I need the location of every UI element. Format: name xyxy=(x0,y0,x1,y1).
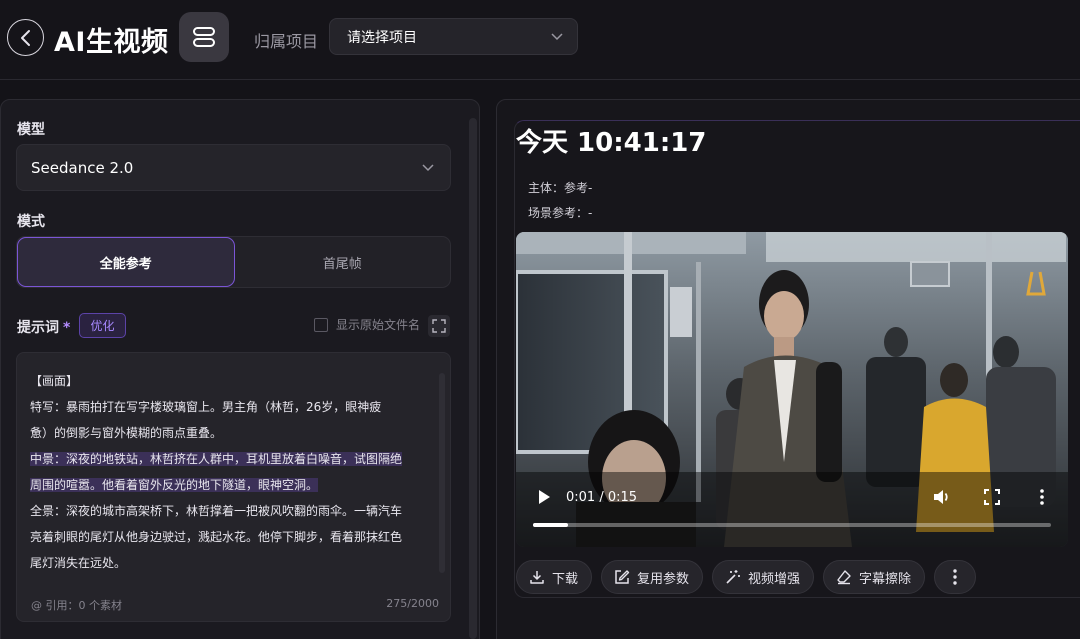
prompt-line: 亮着刺眼的尾灯从他身边驶过，溅起水花。他停下脚步，看着那抹红色 xyxy=(30,530,403,544)
subtitle-erase-button[interactable]: 字幕擦除 xyxy=(823,560,926,594)
char-count: 275/2000 xyxy=(386,597,439,610)
project-select[interactable]: 请选择项目 xyxy=(329,18,578,55)
play-icon[interactable] xyxy=(537,489,551,505)
video-progress-fill xyxy=(533,523,568,527)
model-select[interactable]: Seedance 2.0 xyxy=(16,144,451,191)
prompt-line: 全景：深夜的城市高架桥下，林哲撑着一把被风吹翻的雨伞。一辆汽车 xyxy=(30,504,403,518)
prompt-line-highlight: 周围的喧嚣。他看着窗外反光的地下隧道，眼神空洞。 xyxy=(30,478,319,492)
app-header: AI生视频 归属项目 请选择项目 xyxy=(0,0,1080,80)
required-mark: * xyxy=(63,320,71,336)
scene-reference: 场景参考：- xyxy=(528,206,593,220)
download-icon xyxy=(530,571,544,584)
show-filename-checkbox[interactable] xyxy=(314,317,328,332)
project-label: 归属项目 xyxy=(254,32,319,51)
video-enhance-button[interactable]: 视频增强 xyxy=(712,560,815,594)
video-enhance-label: 视频增强 xyxy=(748,571,801,587)
prompt-content: 【画面】 特写：暴雨拍打在写字楼玻璃窗上。男主角（林哲，26岁，眼神疲 惫）的倒… xyxy=(30,368,428,576)
chevron-down-icon xyxy=(422,163,434,171)
prompt-scrollbar[interactable] xyxy=(439,373,445,573)
layout-toggle-button[interactable] xyxy=(179,12,229,62)
mode-selector: 全能参考 首尾帧 xyxy=(16,236,451,288)
more-actions-button[interactable] xyxy=(934,560,977,594)
prompt-label-text: 提示词 xyxy=(17,320,59,336)
prompt-footer: @ 引用：0 个素材 275/2000 xyxy=(31,597,439,613)
chevron-left-icon xyxy=(20,29,30,46)
prompt-label: 提示词 * xyxy=(17,317,70,337)
subtitle-erase-label: 字幕擦除 xyxy=(859,571,912,587)
expand-icon xyxy=(432,319,446,333)
show-filename-label: 显示原始文件名 xyxy=(336,318,421,332)
prompt-line: 特写：暴雨拍打在写字楼玻璃窗上。男主角（林哲，26岁，眼神疲 xyxy=(30,400,382,414)
layout-icon xyxy=(193,27,215,47)
mode-option-first-last-frame[interactable]: 首尾帧 xyxy=(235,237,451,287)
reference-count[interactable]: @ 引用：0 个素材 xyxy=(31,597,122,613)
video-progress-bar[interactable] xyxy=(533,523,1051,527)
show-filename-toggle[interactable]: 显示原始文件名 xyxy=(314,316,420,333)
page-title: AI生视频 xyxy=(54,27,169,58)
prompt-line-highlight: 中景：深夜的地铁站，林哲挤在人群中，耳机里放着白噪音，试图隔绝 xyxy=(30,452,403,466)
more-options-icon[interactable] xyxy=(1036,488,1048,506)
model-select-value: Seedance 2.0 xyxy=(31,158,134,177)
download-button[interactable]: 下载 xyxy=(516,560,593,594)
prompt-line: 尾灯消失在远处。 xyxy=(30,556,127,570)
expand-prompt-button[interactable] xyxy=(428,315,450,337)
optimize-button[interactable]: 优化 xyxy=(79,313,126,338)
magic-wand-icon xyxy=(726,570,741,584)
edit-icon xyxy=(615,570,630,584)
more-vertical-icon xyxy=(953,569,957,585)
video-player[interactable]: 0:01 / 0:15 xyxy=(516,232,1068,547)
download-label: 下载 xyxy=(552,571,579,587)
prompt-line-highlighted: 周围的喧嚣。他看着窗外反光的地下隧道，眼神空洞。 xyxy=(30,472,428,498)
settings-scrollbar[interactable] xyxy=(469,118,477,639)
chevron-down-icon xyxy=(551,32,563,40)
result-actions: 下载 复用参数 视频增强 字幕擦除 xyxy=(516,560,977,594)
fullscreen-icon[interactable] xyxy=(984,489,1000,505)
reuse-params-label: 复用参数 xyxy=(637,571,690,587)
mode-option-full-reference[interactable]: 全能参考 xyxy=(17,237,235,287)
result-timestamp: 今天 10:41:17 xyxy=(516,128,707,158)
video-time-display: 0:01 / 0:15 xyxy=(566,490,638,505)
subject-reference: 主体：参考- xyxy=(528,181,593,195)
back-button[interactable] xyxy=(7,19,44,56)
eraser-icon xyxy=(837,570,851,585)
prompt-textarea[interactable]: 【画面】 特写：暴雨拍打在写字楼玻璃窗上。男主角（林哲，26岁，眼神疲 惫）的倒… xyxy=(16,352,451,622)
prompt-line: 【画面】 xyxy=(30,374,79,388)
prompt-line-highlighted: 中景：深夜的地铁站，林哲挤在人群中，耳机里放着白噪音，试图隔绝 xyxy=(30,446,428,472)
mode-label: 模式 xyxy=(17,214,45,230)
volume-icon[interactable] xyxy=(932,488,952,506)
model-label: 模型 xyxy=(17,122,45,138)
reuse-params-button[interactable]: 复用参数 xyxy=(601,560,704,594)
prompt-line: 惫）的倒影与窗外模糊的雨点重叠。 xyxy=(30,426,223,440)
project-select-value: 请选择项目 xyxy=(347,29,417,46)
